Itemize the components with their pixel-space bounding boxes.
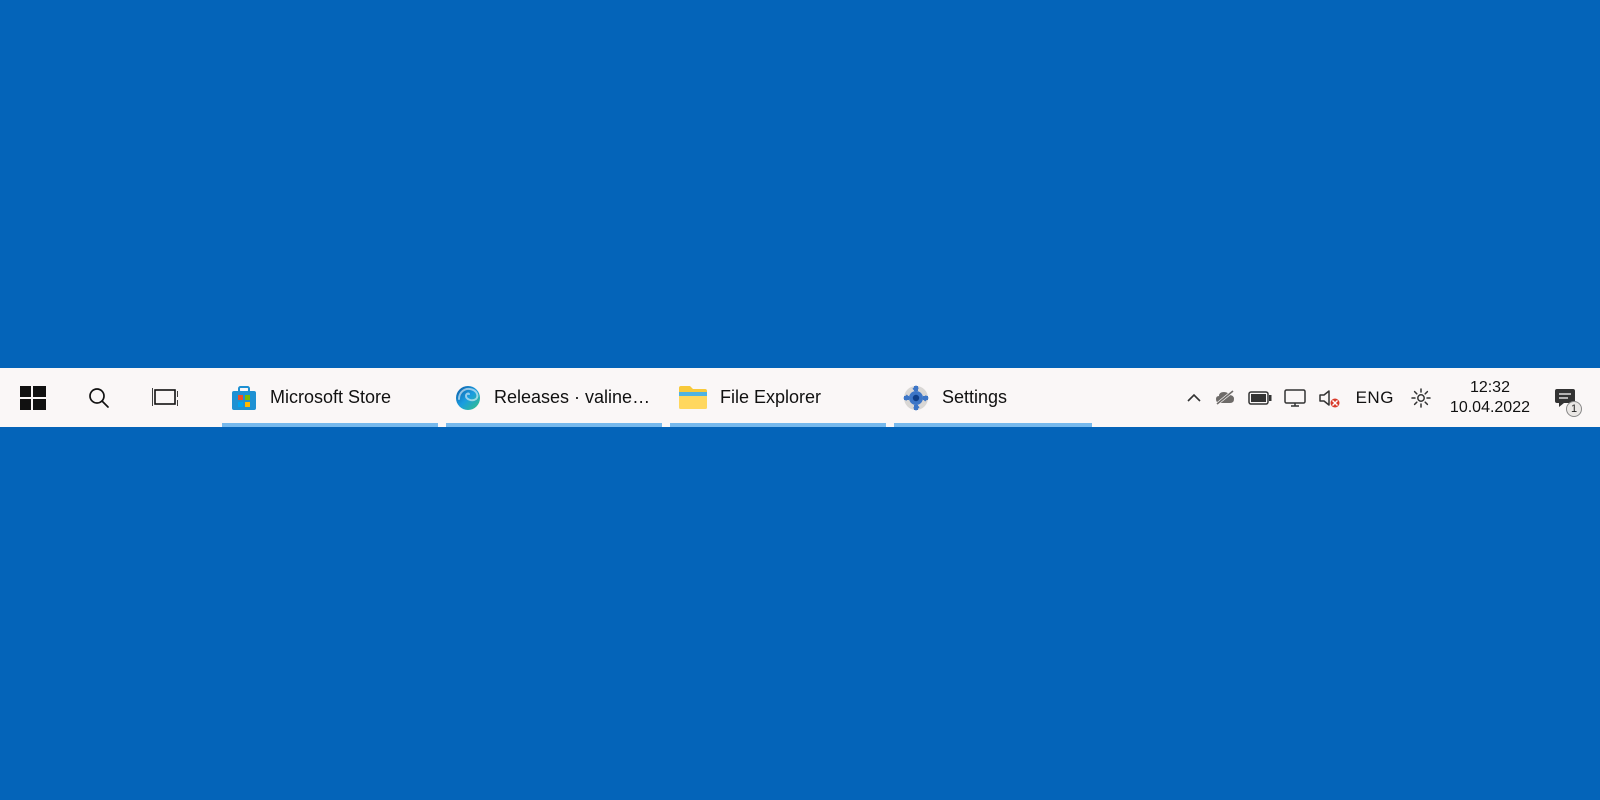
taskbar-apps: Microsoft Store <box>198 368 1180 427</box>
task-view-button[interactable] <box>132 368 198 427</box>
clock-date: 10.04.2022 <box>1450 398 1530 418</box>
taskbar-app-label: Settings <box>942 387 1007 408</box>
running-indicator <box>894 423 1092 427</box>
notification-count-badge: 1 <box>1566 401 1582 417</box>
clock-time: 12:32 <box>1470 378 1510 398</box>
project-icon <box>1284 389 1306 407</box>
edge-icon <box>454 384 482 412</box>
start-button[interactable] <box>0 368 66 427</box>
search-icon <box>87 386 111 410</box>
running-indicator <box>222 423 438 427</box>
battery-icon <box>1248 391 1272 405</box>
taskbar-app-label: File Explorer <box>720 387 821 408</box>
task-view-icon <box>152 387 178 409</box>
taskbar-app-settings[interactable]: Settings <box>890 368 1096 427</box>
cloud-disabled-icon <box>1214 389 1236 407</box>
language-label: ENG <box>1356 388 1394 408</box>
running-indicator <box>446 423 662 427</box>
action-center-button[interactable]: 1 <box>1542 368 1588 427</box>
language-indicator[interactable]: ENG <box>1346 368 1404 427</box>
taskbar-app-label: Releases · valinet/... <box>494 387 654 408</box>
running-indicator <box>670 423 886 427</box>
taskbar-app-file-explorer[interactable]: File Explorer <box>666 368 890 427</box>
volume-muted-icon <box>1318 388 1340 408</box>
settings-app-icon <box>902 384 930 412</box>
clock-button[interactable]: 12:32 10.04.2022 <box>1438 368 1542 427</box>
search-button[interactable] <box>66 368 132 427</box>
gear-icon <box>1410 387 1432 409</box>
taskbar-app-edge[interactable]: Releases · valinet/... <box>442 368 666 427</box>
taskbar: Microsoft Store <box>0 368 1600 427</box>
taskbar-app-microsoft-store[interactable]: Microsoft Store <box>218 368 442 427</box>
file-explorer-icon <box>678 385 708 411</box>
desktop[interactable]: Microsoft Store <box>0 0 1600 800</box>
tray-onedrive-button[interactable] <box>1208 368 1242 427</box>
taskbar-app-label: Microsoft Store <box>270 387 391 408</box>
tray-display-button[interactable] <box>1278 368 1312 427</box>
system-tray: ENG <box>1180 368 1600 427</box>
windows-logo-icon <box>20 385 46 411</box>
chevron-up-icon <box>1186 390 1202 406</box>
ms-store-icon <box>230 384 258 412</box>
tray-battery-button[interactable] <box>1242 368 1278 427</box>
tray-volume-button[interactable] <box>1312 368 1346 427</box>
tray-overflow-button[interactable] <box>1180 368 1208 427</box>
tray-ime-settings-button[interactable] <box>1404 368 1438 427</box>
